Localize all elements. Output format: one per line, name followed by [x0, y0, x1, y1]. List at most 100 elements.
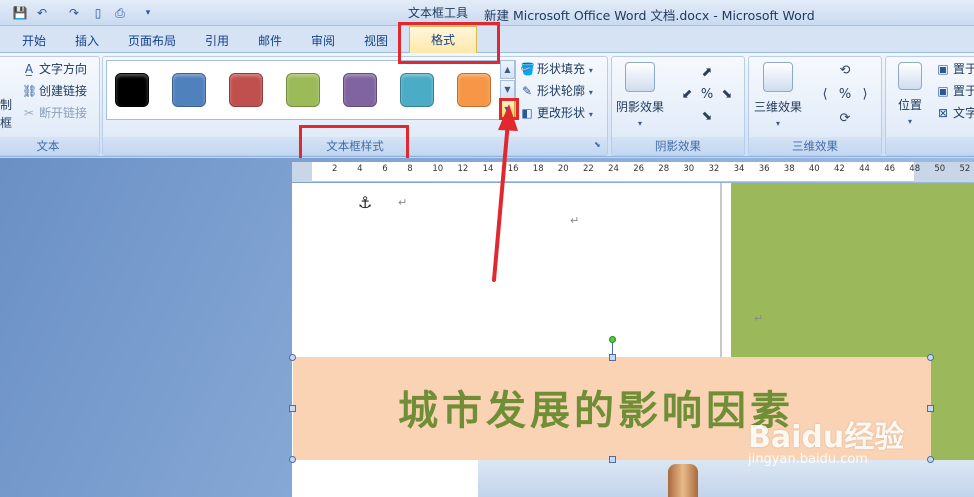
paragraph-mark: ↵: [398, 196, 408, 209]
tilt-up-icon[interactable]: ⟲: [836, 62, 854, 80]
bring-front-icon: ▣: [937, 62, 949, 76]
resize-handle-top[interactable]: [609, 354, 616, 361]
position-button[interactable]: 位置 ▾: [890, 62, 930, 127]
send-to-back-button[interactable]: ▣ 置于: [936, 82, 974, 99]
resize-handle-bottom-left[interactable]: [289, 456, 296, 463]
resize-handle-bottom[interactable]: [609, 456, 616, 463]
send-back-icon: ▣: [937, 84, 949, 98]
horizontal-ruler[interactable]: 2 4 6 8 10 12 14 16 18 20 22 24 26 28 30 32 34 36 38 40 42 44…: [292, 162, 974, 182]
tower-image: [668, 464, 698, 497]
resize-handle-right[interactable]: [927, 405, 934, 412]
gallery-scroll-up[interactable]: ▲: [500, 60, 515, 79]
tilt-down-icon[interactable]: ⟳: [836, 110, 854, 128]
style-swatch-green[interactable]: [286, 73, 320, 107]
arrow-head: [498, 104, 518, 131]
shadow-effects-button[interactable]: 阴影效果 ▾: [614, 62, 666, 129]
group-arrange-label: [886, 137, 974, 155]
ruler-tick-label: 46: [884, 164, 896, 174]
ruler-tick-label: 32: [708, 164, 720, 174]
ruler-tick-label: 38: [783, 164, 795, 174]
context-tool-label: 文本框工具: [408, 6, 469, 20]
redo-icon[interactable]: ↷: [66, 5, 82, 21]
ruler-tick-label: 42: [834, 164, 845, 174]
red-arrow-annotation: [492, 104, 518, 282]
style-swatch-red[interactable]: [229, 73, 263, 107]
resize-handle-left[interactable]: [289, 405, 296, 412]
rotation-handle[interactable]: [609, 336, 616, 343]
ruler-tick-label: 8: [407, 164, 413, 174]
customize-toolbar-icon[interactable]: ▾: [140, 5, 156, 21]
ruler-tick-label: 26: [633, 164, 645, 174]
break-link-icon: ✂: [23, 106, 35, 120]
paragraph-mark: ↵: [570, 214, 580, 227]
save-icon[interactable]: 💾: [12, 5, 28, 21]
shape-outline-button[interactable]: ✎ 形状轮廓 ▾: [520, 82, 593, 99]
resize-handle-top-left[interactable]: [289, 354, 296, 361]
text-direction-icon: A̲: [24, 62, 34, 76]
nudge-left-icon[interactable]: ⬋: [678, 86, 696, 104]
print-preview-icon[interactable]: ⎙: [112, 5, 128, 21]
gallery-scroll-down[interactable]: ▼: [500, 80, 515, 99]
partial-label-2: 框: [0, 116, 13, 130]
tab-page-layout[interactable]: 页面布局: [128, 32, 176, 49]
baidu-watermark: Baidu经验: [748, 420, 905, 455]
resize-handle-bottom-right[interactable]: [927, 456, 934, 463]
ruler-tick-label: 34: [733, 164, 745, 174]
chevron-down-icon: ▾: [588, 88, 593, 97]
tilt-left-icon[interactable]: ⟨: [816, 86, 834, 104]
shadow-icon: [625, 62, 655, 92]
chevron-down-icon: ▾: [907, 117, 912, 126]
resize-handle-top-right[interactable]: [927, 354, 934, 361]
ruler-tick-label: 28: [658, 164, 670, 174]
ruler-tick-label: 30: [683, 164, 695, 174]
text-box-content[interactable]: 城市发展的影响因素: [398, 378, 794, 436]
tab-review[interactable]: 审阅: [311, 32, 335, 49]
nudge-up-icon[interactable]: ⬈: [698, 64, 716, 82]
group-3d-label: 三维效果: [749, 137, 881, 155]
style-swatch-blue[interactable]: [172, 73, 206, 107]
chevron-down-icon: ▾: [588, 110, 593, 119]
tab-insert[interactable]: 插入: [75, 32, 99, 49]
textbox-styles-highlight: [299, 125, 409, 162]
chevron-down-icon: ▾: [637, 119, 642, 128]
chevron-down-icon: ▾: [775, 119, 780, 128]
ruler-tick-label: 12: [457, 164, 469, 174]
tab-view[interactable]: 视图: [364, 32, 388, 49]
new-document-icon[interactable]: ▯: [90, 5, 106, 21]
link-icon: ⛓: [22, 84, 38, 98]
tab-references[interactable]: 引用: [205, 32, 229, 49]
arrow-shaft: [492, 120, 510, 282]
nudge-right-icon[interactable]: ⬊: [718, 86, 736, 104]
ruler-tick-label: 20: [557, 164, 569, 174]
position-icon: [898, 62, 922, 90]
text-wrap-button[interactable]: ⊠ 文字: [936, 104, 974, 121]
style-swatch-black[interactable]: [115, 73, 149, 107]
tab-mailings[interactable]: 邮件: [258, 32, 282, 49]
style-swatch-teal[interactable]: [400, 73, 434, 107]
ruler-tick-label: 48: [909, 164, 921, 174]
ruler-tick-label: 36: [758, 164, 770, 174]
tab-home[interactable]: 开始: [22, 32, 46, 49]
style-swatch-purple[interactable]: [343, 73, 377, 107]
shadow-toggle-icon[interactable]: %: [698, 86, 716, 104]
3d-toggle-icon[interactable]: %: [836, 86, 854, 104]
group-shadow-label: 阴影效果: [612, 137, 744, 155]
ruler-tick-label: 6: [382, 164, 388, 174]
style-gallery: [106, 60, 516, 120]
text-direction-button[interactable]: A̲ 文字方向: [22, 60, 87, 77]
undo-icon[interactable]: ↶: [34, 5, 50, 21]
bring-to-front-button[interactable]: ▣ 置于: [936, 60, 974, 77]
ruler-tick-label: 52: [959, 164, 971, 174]
tilt-right-icon[interactable]: ⟩: [856, 86, 874, 104]
window-title: 新建 Microsoft Office Word 文档.docx - Micro…: [484, 8, 815, 23]
nudge-down-icon[interactable]: ⬊: [698, 108, 716, 126]
break-link-button[interactable]: ✂ 断开链接: [22, 104, 87, 121]
ruler-tick-label: 24: [608, 164, 619, 174]
ruler-tick-label: 10: [432, 164, 444, 174]
dialog-launcher-icon[interactable]: ⬊: [594, 140, 601, 149]
city-photo[interactable]: [478, 460, 974, 497]
3d-effects-button[interactable]: 三维效果 ▾: [752, 62, 804, 129]
baidu-watermark-url: jingyan.baidu.com: [748, 452, 868, 467]
create-link-button[interactable]: ⛓ 创建链接: [22, 82, 87, 99]
shape-fill-button[interactable]: 🪣 形状填充 ▾: [520, 60, 593, 77]
